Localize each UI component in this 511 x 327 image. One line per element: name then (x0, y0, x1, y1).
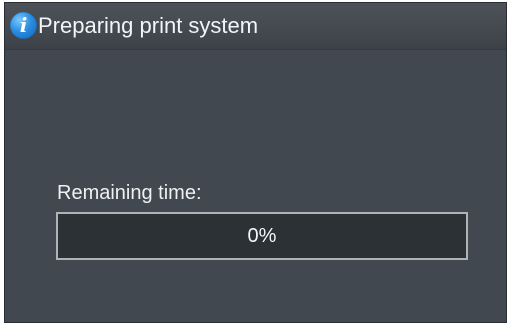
remaining-time-label: Remaining time: (57, 182, 202, 204)
dialog-title: Preparing print system (38, 13, 259, 38)
dialog-title-bar: i Preparing print system (5, 3, 506, 50)
dialog-content: Remaining time: 0% (5, 50, 506, 322)
progress-bar: 0% (56, 212, 468, 260)
progress-percent: 0% (247, 225, 277, 247)
print-dialog: i Preparing print system Remaining time:… (4, 2, 507, 323)
info-icon: i (10, 12, 37, 39)
info-icon-glyph: i (19, 13, 28, 37)
